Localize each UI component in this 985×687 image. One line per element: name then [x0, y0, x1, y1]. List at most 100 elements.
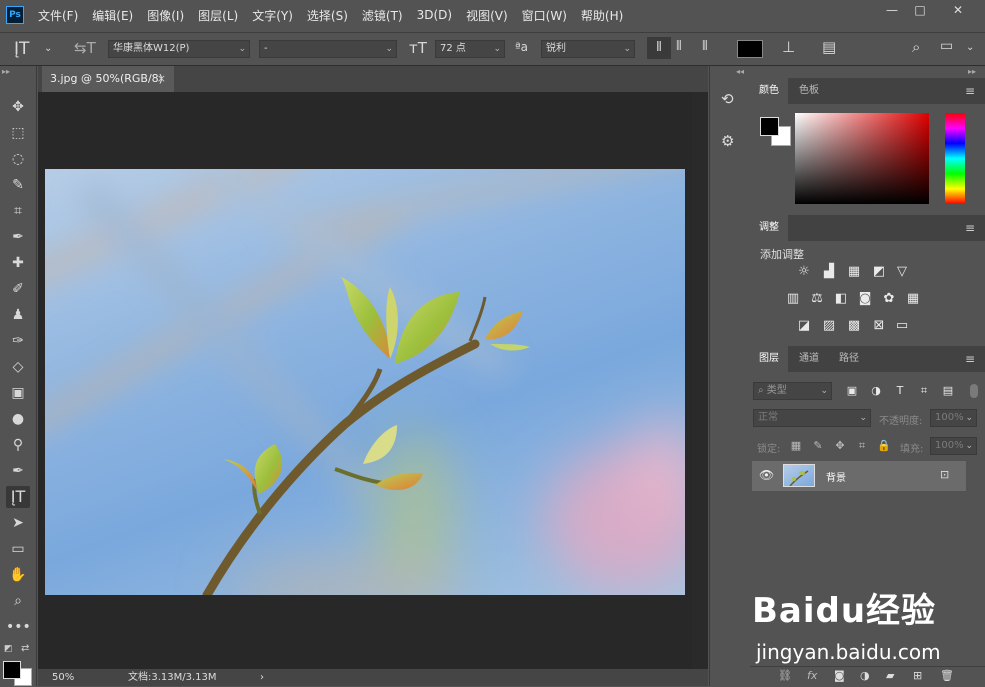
character-panel-icon[interactable]: ▤: [822, 38, 836, 56]
workspace-icon[interactable]: ▭: [940, 38, 953, 54]
curves-icon[interactable]: ▦: [845, 265, 863, 279]
eraser-tool-icon[interactable]: ◇: [6, 356, 30, 378]
invert-icon[interactable]: ◪: [795, 319, 813, 333]
panel-menu-icon[interactable]: ≡: [965, 78, 975, 104]
antialias-select[interactable]: 锐利 ⌄: [541, 40, 635, 58]
menu-3d[interactable]: 3D(D): [417, 8, 452, 22]
workspace-dropdown-icon[interactable]: ⌄: [966, 42, 974, 53]
zoom-tool-icon[interactable]: ⌕: [6, 590, 30, 612]
panel-menu-icon[interactable]: ≡: [965, 346, 975, 372]
threshold-icon[interactable]: ▩: [845, 319, 863, 333]
posterize-icon[interactable]: ▨: [820, 319, 838, 333]
add-mask-icon[interactable]: ◙: [834, 669, 845, 682]
text-color-swatch[interactable]: [737, 40, 763, 58]
panel-menu-icon[interactable]: ≡: [965, 215, 975, 241]
link-layers-icon[interactable]: ⛓: [778, 669, 792, 682]
menu-edit[interactable]: 编辑(E): [92, 7, 133, 24]
menu-filter[interactable]: 滤镜(T): [362, 7, 403, 24]
collapse-dock-icon[interactable]: ▸▸: [968, 67, 976, 76]
vertical-scrollbar[interactable]: [692, 92, 708, 669]
filter-type-icon[interactable]: T: [891, 384, 909, 398]
levels-icon[interactable]: ▟: [820, 265, 838, 279]
align-right-icon[interactable]: ⦀: [702, 39, 708, 54]
layer-row-background[interactable]: 👁 背景 ⊡: [752, 461, 966, 491]
align-center-icon[interactable]: ⦀: [676, 39, 682, 54]
lock-pixels-icon[interactable]: ✎: [809, 439, 827, 453]
collapse-strip-icon[interactable]: ◂◂: [736, 67, 744, 76]
menu-view[interactable]: 视图(V): [466, 7, 508, 24]
menu-image[interactable]: 图像(I): [147, 7, 184, 24]
pen-tool-icon[interactable]: ✒: [6, 460, 30, 482]
properties-panel-icon[interactable]: ⚙: [721, 132, 734, 150]
tab-color[interactable]: 颜色: [750, 78, 788, 104]
font-size-select[interactable]: 72 点 ⌄: [435, 40, 505, 58]
menu-layer[interactable]: 图层(L): [198, 7, 238, 24]
eyedropper-tool-icon[interactable]: ✒: [6, 226, 30, 248]
foreground-color-swatch[interactable]: [3, 661, 21, 679]
layer-visibility-eye-icon[interactable]: 👁: [759, 468, 774, 482]
close-tab-icon[interactable]: ×: [157, 66, 166, 92]
filter-shape-icon[interactable]: ⌗: [915, 384, 933, 398]
dodge-tool-icon[interactable]: ⚲: [6, 434, 30, 456]
default-colors-icon[interactable]: ◩: [4, 644, 13, 654]
type-tool-icon[interactable]: ĮT: [6, 486, 30, 508]
filter-adjustment-icon[interactable]: ◑: [867, 384, 885, 398]
preset-dropdown-icon[interactable]: ⌄: [44, 43, 52, 54]
menu-select[interactable]: 选择(S): [307, 7, 348, 24]
lasso-tool-icon[interactable]: ◌: [6, 148, 30, 170]
gradient-tool-icon[interactable]: ▣: [6, 382, 30, 404]
layer-style-fx-icon[interactable]: fx: [807, 669, 817, 682]
tab-swatches[interactable]: 色板: [790, 78, 828, 104]
lock-transparency-icon[interactable]: ▦: [787, 439, 805, 453]
rectangle-tool-icon[interactable]: ▭: [6, 538, 30, 560]
gradient-map-icon[interactable]: ▭: [893, 319, 911, 333]
new-group-icon[interactable]: ▰: [886, 669, 894, 682]
font-style-select[interactable]: - ⌄: [259, 40, 397, 58]
close-button[interactable]: ✕: [935, 0, 981, 20]
lock-artboard-icon[interactable]: ⌗: [853, 439, 871, 453]
marquee-tool-icon[interactable]: ⬚: [6, 122, 30, 144]
warp-text-icon[interactable]: ⊥: [782, 38, 795, 56]
photo-filter-icon[interactable]: ◙: [856, 292, 874, 306]
clone-stamp-tool-icon[interactable]: ♟: [6, 304, 30, 326]
brush-tool-icon[interactable]: ✐: [6, 278, 30, 300]
blur-tool-icon[interactable]: ●: [6, 408, 30, 430]
tab-paths[interactable]: 路径: [830, 346, 868, 372]
align-left-icon[interactable]: ⦀: [647, 37, 671, 59]
delete-layer-icon[interactable]: 🗑: [940, 669, 954, 682]
document-tab[interactable]: 3.jpg @ 50%(RGB/8) ×: [42, 66, 174, 92]
color-picker-field[interactable]: [795, 113, 929, 204]
move-tool-icon[interactable]: ✥: [6, 96, 30, 118]
text-orientation-icon[interactable]: ⇆T: [74, 39, 96, 57]
color-lookup-icon[interactable]: ▦: [904, 292, 922, 306]
quick-select-tool-icon[interactable]: ✎: [6, 174, 30, 196]
image-canvas[interactable]: [45, 169, 685, 595]
path-selection-tool-icon[interactable]: ➤: [6, 512, 30, 534]
lock-position-icon[interactable]: ✥: [831, 439, 849, 453]
font-family-select[interactable]: 华康黑体W12(P) ⌄: [108, 40, 250, 58]
tab-channels[interactable]: 通道: [790, 346, 828, 372]
history-brush-tool-icon[interactable]: ✑: [6, 330, 30, 352]
selective-color-icon[interactable]: ⊠: [870, 319, 888, 333]
menu-type[interactable]: 文字(Y): [252, 7, 293, 24]
crop-tool-icon[interactable]: ⌗: [6, 200, 30, 222]
filter-smart-object-icon[interactable]: ▤: [939, 384, 957, 398]
filter-toggle-switch[interactable]: [970, 384, 978, 398]
swap-colors-icon[interactable]: ⇄: [21, 643, 29, 654]
collapse-toolbar-icon[interactable]: ▸▸: [2, 67, 10, 76]
hue-slider[interactable]: [945, 113, 965, 204]
channel-mixer-icon[interactable]: ✿: [880, 292, 898, 306]
hue-saturation-icon[interactable]: ▥: [784, 292, 802, 306]
hand-tool-icon[interactable]: ✋: [6, 564, 30, 586]
status-menu-arrow-icon[interactable]: ›: [260, 669, 264, 686]
healing-brush-tool-icon[interactable]: ✚: [6, 252, 30, 274]
layer-name[interactable]: 背景: [826, 469, 846, 484]
color-foreground-swatch[interactable]: [760, 117, 779, 136]
menu-file[interactable]: 文件(F): [38, 7, 78, 24]
type-tool-preset-icon[interactable]: ĮT: [14, 39, 29, 59]
minimize-button[interactable]: —: [877, 0, 907, 20]
fill-input[interactable]: 100% ⌄: [930, 437, 977, 455]
new-layer-icon[interactable]: ⊞: [913, 669, 922, 682]
menu-help[interactable]: 帮助(H): [581, 7, 623, 24]
brightness-contrast-icon[interactable]: ☼: [795, 265, 813, 279]
